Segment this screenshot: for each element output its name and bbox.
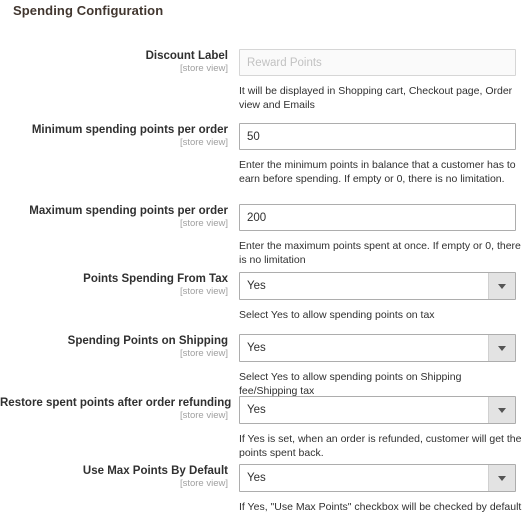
- select-value-points-spending-from-tax: Yes: [247, 280, 266, 292]
- field-note-minimum-spending-points-per-order: Enter the minimum points in balance that…: [239, 159, 516, 185]
- select-value-use-max-points-by-default: Yes: [247, 472, 266, 484]
- spending-configuration-panel: Spending Configuration Discount Label [st…: [0, 0, 527, 514]
- field-control-restore-spent-points-after-order-refunding: Yes: [239, 396, 516, 424]
- field-scope-maximum-spending-points-per-order: [store view]: [179, 218, 228, 229]
- field-label-points-spending-from-tax: Points Spending From Tax: [83, 273, 228, 285]
- field-label-group-maximum-spending-points-per-order: Maximum spending points per order [store …: [0, 204, 228, 230]
- field-scope-discount-label: [store view]: [179, 63, 228, 74]
- caret-glyph: [498, 345, 506, 351]
- field-label-discount-label: Discount Label: [145, 50, 228, 62]
- caret-glyph: [498, 407, 506, 413]
- select-use-max-points-by-default[interactable]: Yes: [239, 464, 516, 492]
- field-note-points-spending-from-tax: Select Yes to allow spending points on t…: [239, 309, 435, 321]
- select-value-restore-spent-points-after-order-refunding: Yes: [247, 404, 266, 416]
- chevron-down-icon[interactable]: [488, 335, 515, 361]
- field-control-points-spending-from-tax: Yes: [239, 272, 516, 300]
- field-label-maximum-spending-points-per-order: Maximum spending points per order: [29, 205, 228, 217]
- field-label-group-minimum-spending-points-per-order: Minimum spending points per order [store …: [0, 123, 228, 149]
- field-note-restore-spent-points-after-order-refunding: If Yes is set, when an order is refunded…: [239, 433, 522, 459]
- field-label-spending-points-on-shipping: Spending Points on Shipping: [67, 335, 228, 347]
- field-label-group-points-spending-from-tax: Points Spending From Tax [store view]: [0, 272, 228, 298]
- field-scope-points-spending-from-tax: [store view]: [179, 286, 228, 297]
- field-label-group-restore-spent-points-after-order-refunding: Restore spent points after order refundi…: [0, 396, 232, 422]
- field-label-minimum-spending-points-per-order: Minimum spending points per order: [31, 124, 228, 136]
- field-control-use-max-points-by-default: Yes: [239, 464, 516, 492]
- field-label-use-max-points-by-default: Use Max Points By Default: [82, 465, 228, 477]
- field-note-spending-points-on-shipping: Select Yes to allow spending points on S…: [239, 371, 462, 397]
- select-restore-spent-points-after-order-refunding[interactable]: Yes: [239, 396, 516, 424]
- input-minimum-spending-points-per-order[interactable]: [239, 123, 516, 150]
- field-note-discount-label: It will be displayed in Shopping cart, C…: [239, 85, 513, 111]
- field-note-use-max-points-by-default: If Yes, "Use Max Points" checkbox will b…: [239, 501, 522, 513]
- field-scope-use-max-points-by-default: [store view]: [179, 478, 228, 489]
- input-maximum-spending-points-per-order[interactable]: [239, 204, 516, 231]
- field-note-maximum-spending-points-per-order: Enter the maximum points spent at once. …: [239, 240, 521, 266]
- field-scope-spending-points-on-shipping: [store view]: [179, 348, 228, 359]
- field-label-restore-spent-points-after-order-refunding: Restore spent points after order refundi…: [0, 397, 232, 409]
- field-control-minimum-spending-points-per-order: [239, 123, 516, 150]
- field-scope-minimum-spending-points-per-order: [store view]: [179, 137, 228, 148]
- chevron-down-icon[interactable]: [488, 397, 515, 423]
- chevron-down-icon[interactable]: [488, 273, 515, 299]
- field-control-spending-points-on-shipping: Yes: [239, 334, 516, 362]
- field-label-group-discount-label: Discount Label [store view]: [0, 49, 228, 75]
- input-discount-label[interactable]: [239, 49, 516, 76]
- field-control-discount-label: [239, 49, 516, 76]
- select-spending-points-on-shipping[interactable]: Yes: [239, 334, 516, 362]
- chevron-down-icon[interactable]: [488, 465, 515, 491]
- caret-glyph: [498, 283, 506, 289]
- field-control-maximum-spending-points-per-order: [239, 204, 516, 231]
- select-points-spending-from-tax[interactable]: Yes: [239, 272, 516, 300]
- page-title: Spending Configuration: [13, 3, 164, 18]
- field-label-group-use-max-points-by-default: Use Max Points By Default [store view]: [0, 464, 228, 490]
- caret-glyph: [498, 475, 506, 481]
- field-scope-restore-spent-points-after-order-refunding: [store view]: [179, 410, 228, 421]
- field-label-group-spending-points-on-shipping: Spending Points on Shipping [store view]: [0, 334, 228, 360]
- select-value-spending-points-on-shipping: Yes: [247, 342, 266, 354]
